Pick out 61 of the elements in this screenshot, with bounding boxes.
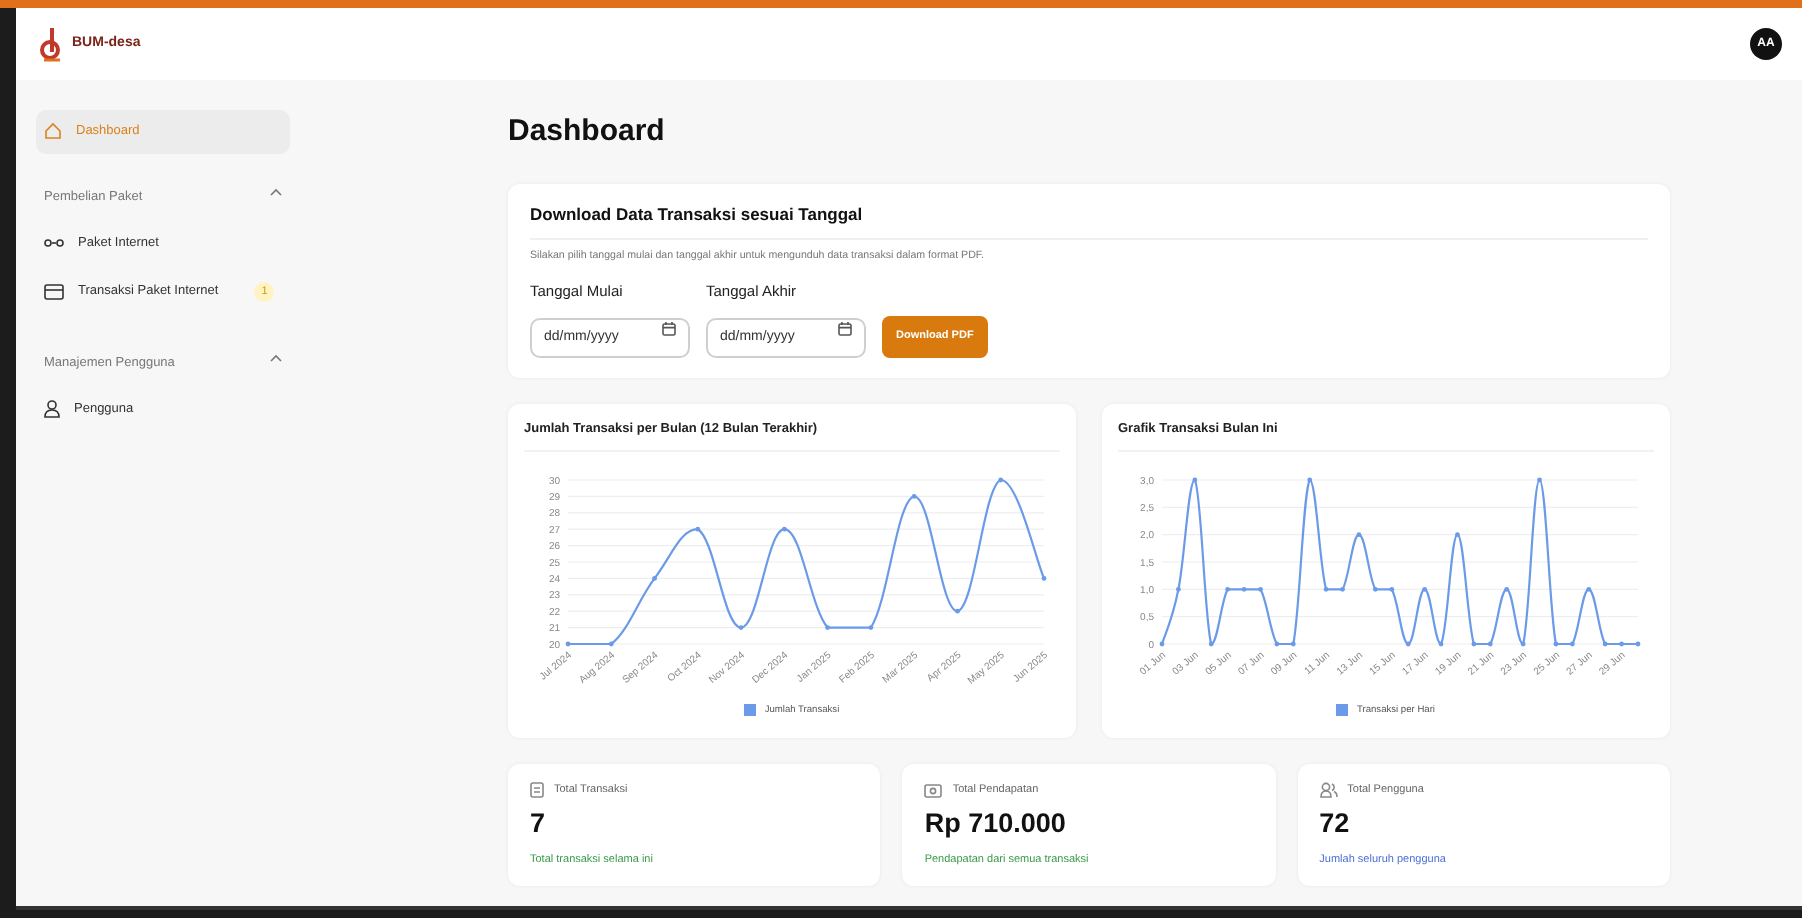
data-point <box>1290 641 1296 646</box>
data-point <box>1373 586 1378 592</box>
card-icon <box>44 284 64 301</box>
data-point <box>1041 575 1047 581</box>
stat-value: Rp 710.000 <box>924 806 1068 843</box>
data-point <box>738 624 744 630</box>
legend-swatch <box>744 704 757 717</box>
data-point <box>1619 641 1624 646</box>
data-point <box>1471 641 1477 646</box>
home-icon <box>44 122 62 141</box>
data-point <box>1176 586 1181 592</box>
data-point <box>1455 531 1460 537</box>
data-point <box>1569 641 1575 646</box>
stat-value: 72 <box>1319 806 1352 843</box>
data-point <box>868 624 874 630</box>
data-point <box>781 526 787 531</box>
legend-swatch <box>1336 704 1349 717</box>
data-point <box>1405 641 1411 646</box>
data-point <box>652 575 657 581</box>
data-point <box>911 493 917 499</box>
data-point <box>1553 641 1559 646</box>
user-icon <box>44 400 60 419</box>
data-point <box>1241 586 1247 592</box>
banknote-icon <box>924 783 943 797</box>
logo-icon <box>40 27 64 61</box>
data-point <box>1340 586 1345 592</box>
calendar-icon <box>662 322 676 337</box>
users-icon <box>1319 782 1338 798</box>
data-point <box>1323 586 1329 592</box>
data-point <box>1487 641 1493 646</box>
data-point <box>955 608 960 613</box>
page-title: Dashboard <box>508 112 667 152</box>
data-point <box>695 526 701 531</box>
data-point <box>1520 641 1526 646</box>
data-point <box>998 477 1004 482</box>
stat-value: 7 <box>530 806 548 843</box>
signal-icon <box>44 235 64 250</box>
document-icon <box>530 782 544 798</box>
data-point <box>1422 586 1427 592</box>
data-point <box>1192 477 1198 482</box>
data-point <box>1635 641 1641 646</box>
data-point <box>1389 586 1395 592</box>
card-title: Download Data Transaksi sesuai Tanggal <box>530 201 1648 241</box>
calendar-icon <box>838 322 852 337</box>
data-point <box>1537 477 1542 482</box>
data-point <box>1225 586 1231 592</box>
data-point <box>825 624 831 630</box>
data-point <box>1602 641 1608 646</box>
chevron-up-icon <box>270 187 282 196</box>
data-point <box>1208 641 1214 646</box>
data-point <box>1274 641 1280 646</box>
data-point <box>1258 586 1263 592</box>
data-point <box>1356 531 1362 537</box>
data-point <box>1586 586 1592 592</box>
chevron-up-icon <box>270 354 282 362</box>
data-point <box>565 641 571 646</box>
data-point <box>1438 641 1444 646</box>
data-point <box>1504 586 1510 592</box>
data-point <box>1159 641 1165 646</box>
data-point <box>1307 477 1313 482</box>
data-point <box>608 641 614 646</box>
